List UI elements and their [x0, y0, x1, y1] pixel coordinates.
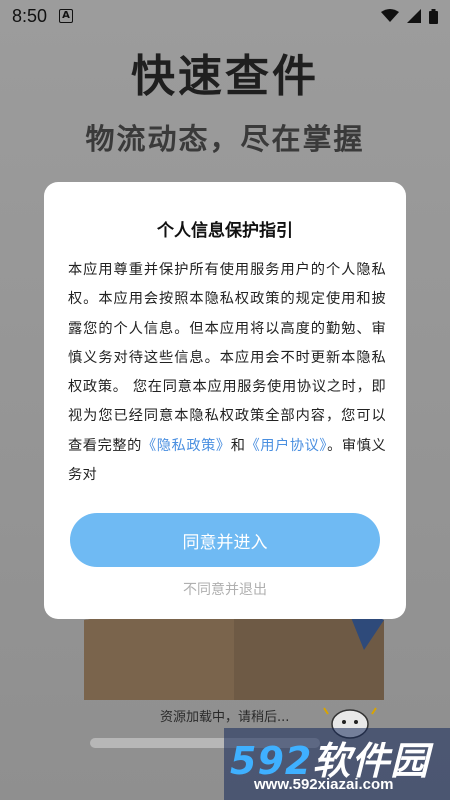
dialog-title: 个人信息保护指引 — [157, 221, 293, 241]
wifi-icon — [381, 9, 399, 22]
battery-icon — [429, 8, 438, 24]
policy-text: 本应用尊重并保护所有使用服务用户的个人隐私权。本应用会按照本隐私权政策的规定使用… — [68, 262, 386, 454]
app-subheadline: 物流动态，尽在掌握 — [85, 122, 365, 156]
status-bar: 8:50 A — [0, 0, 450, 32]
signal-icon — [407, 9, 421, 23]
user-agreement-link[interactable]: 《用户协议》 — [245, 438, 327, 454]
notification-badge: A — [59, 9, 74, 23]
app-headline: 快速查件 — [131, 51, 319, 102]
loading-text: 资源加载中，请稍后... — [160, 710, 290, 725]
status-icons — [381, 8, 438, 24]
and-text: 和 — [230, 437, 246, 454]
agree-button[interactable]: 同意并进入 — [70, 513, 380, 567]
privacy-policy-link[interactable]: 《隐私政策》 — [142, 438, 231, 454]
privacy-dialog: 个人信息保护指引 本应用尊重并保护所有使用服务用户的个人隐私权。本应用会按照本隐… — [44, 182, 406, 619]
dialog-body: 本应用尊重并保护所有使用服务用户的个人隐私权。本应用会按照本隐私权政策的规定使用… — [68, 256, 386, 490]
watermark-url: www.592xiazai.com — [254, 776, 394, 793]
site-watermark: 592软件园 www.592xiazai.com — [224, 728, 450, 800]
status-time: 8:50 — [12, 5, 48, 26]
decline-button[interactable]: 不同意并退出 — [44, 579, 406, 599]
